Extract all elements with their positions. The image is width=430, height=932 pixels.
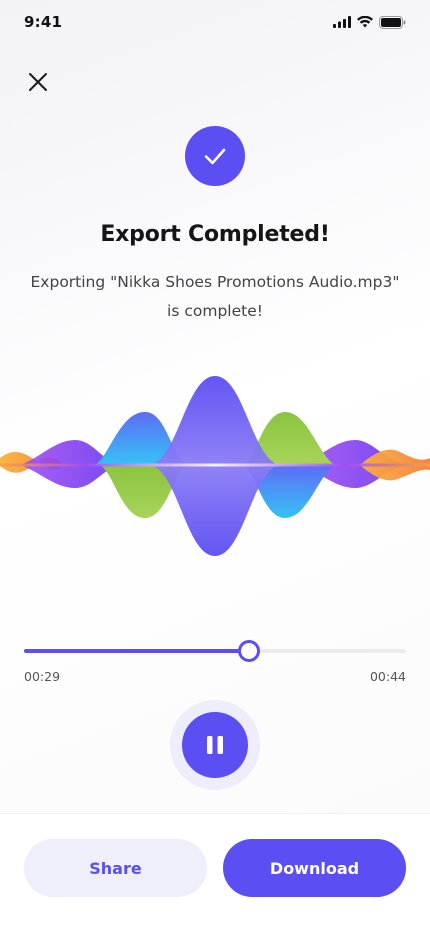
playback-progress-fill bbox=[24, 649, 250, 653]
download-button[interactable]: Download bbox=[223, 839, 406, 897]
pause-button-inner bbox=[182, 712, 248, 778]
playback-scrubber-handle[interactable] bbox=[238, 640, 261, 662]
close-button[interactable] bbox=[22, 66, 54, 98]
export-message-line-1: Exporting "Nikka Shoes Promotions Audio.… bbox=[30, 273, 400, 291]
pause-button[interactable] bbox=[170, 700, 260, 790]
share-button[interactable]: Share bbox=[24, 839, 207, 897]
battery-icon bbox=[379, 15, 406, 29]
export-message-line-2: is complete! bbox=[167, 302, 263, 320]
pause-icon bbox=[207, 736, 223, 754]
bottom-action-bar: Share Download bbox=[0, 813, 430, 932]
status-icons bbox=[333, 15, 406, 29]
status-bar: 9:41 bbox=[0, 0, 430, 44]
status-time: 9:41 bbox=[24, 13, 63, 31]
page-title: Export Completed! bbox=[100, 222, 330, 247]
export-message: Exporting "Nikka Shoes Promotions Audio.… bbox=[20, 268, 410, 326]
cellular-signal-icon bbox=[333, 16, 351, 28]
waveform-layers bbox=[0, 376, 430, 556]
wifi-icon bbox=[357, 16, 373, 28]
close-icon bbox=[29, 73, 47, 91]
success-badge bbox=[185, 126, 245, 186]
audio-waveform bbox=[0, 376, 430, 556]
playback-progress-bar[interactable] bbox=[24, 640, 406, 662]
current-time: 00:29 bbox=[24, 669, 61, 684]
check-icon bbox=[204, 148, 226, 165]
total-time: 00:44 bbox=[369, 669, 406, 684]
